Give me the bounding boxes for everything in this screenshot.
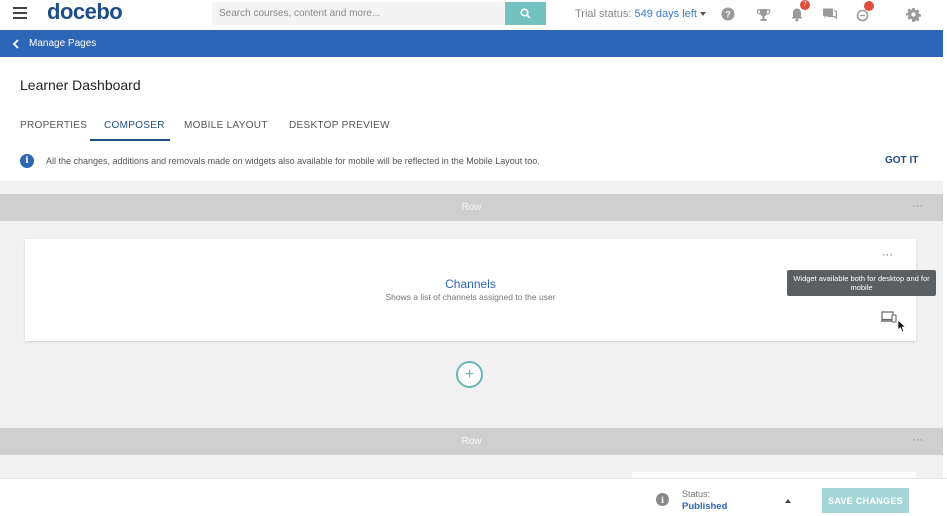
- widget-title: Channels: [445, 277, 496, 291]
- top-bar: docebo Trial status: 549 days left ? 7: [0, 0, 947, 30]
- trial-status-label: Trial status:: [575, 8, 632, 20]
- trial-days-left: 549 days left: [634, 8, 697, 20]
- search-input[interactable]: [212, 2, 505, 25]
- svg-text:?: ?: [725, 10, 731, 20]
- caret-up-icon[interactable]: [785, 499, 791, 503]
- got-it-button[interactable]: GOT IT: [885, 155, 918, 166]
- page-title: Learner Dashboard: [20, 77, 141, 93]
- row-more-options-icon[interactable]: ···: [912, 200, 923, 212]
- tab-composer[interactable]: COMPOSER: [104, 120, 165, 131]
- trial-status[interactable]: Trial status: 549 days left: [575, 8, 706, 20]
- info-icon[interactable]: i: [656, 493, 669, 506]
- help-icon[interactable]: ?: [719, 5, 737, 23]
- breadcrumb-bar: Manage Pages: [0, 30, 943, 57]
- gamification-icon[interactable]: [853, 1, 874, 23]
- chevron-left-icon[interactable]: [12, 39, 20, 49]
- hamburger-menu-icon[interactable]: [13, 7, 27, 19]
- row-label: Row: [461, 202, 482, 213]
- footer-bar: i Status: Published SAVE CHANGES: [0, 478, 947, 516]
- gamification-badge: [864, 1, 874, 11]
- bell-icon[interactable]: 7: [788, 0, 810, 23]
- chat-icon[interactable]: [820, 5, 838, 23]
- save-changes-button[interactable]: SAVE CHANGES: [822, 488, 909, 513]
- active-tab-indicator: [90, 139, 170, 141]
- row-header[interactable]: Row ···: [0, 428, 943, 455]
- search-button[interactable]: [505, 2, 546, 25]
- row-label: Row: [461, 436, 482, 447]
- status-value[interactable]: Published: [682, 501, 727, 512]
- mouse-cursor-icon: [897, 319, 906, 333]
- scrollbar-track[interactable]: [943, 30, 947, 478]
- tab-mobile-layout[interactable]: MOBILE LAYOUT: [184, 120, 268, 131]
- info-message: All the changes, additions and removals …: [46, 156, 540, 166]
- tab-desktop-preview[interactable]: DESKTOP PREVIEW: [289, 120, 390, 131]
- trophy-icon[interactable]: [754, 5, 772, 23]
- search-icon: [520, 8, 531, 19]
- page-header: Learner Dashboard PROPERTIES COMPOSER MO…: [0, 57, 943, 181]
- row-more-options-icon[interactable]: ···: [912, 434, 923, 446]
- status-label: Status:: [682, 489, 711, 499]
- widget-more-options-icon[interactable]: ···: [882, 249, 893, 261]
- row-header[interactable]: Row ···: [0, 194, 943, 221]
- widget-description: Shows a list of channels assigned to the…: [385, 292, 556, 302]
- add-widget-button[interactable]: +: [456, 361, 483, 388]
- docebo-logo[interactable]: docebo: [47, 0, 123, 25]
- gear-icon[interactable]: [904, 5, 922, 23]
- widget-card-channels[interactable]: ··· Channels Shows a list of channels as…: [25, 239, 916, 341]
- tab-properties[interactable]: PROPERTIES: [20, 120, 87, 131]
- back-link-manage-pages[interactable]: Manage Pages: [29, 38, 96, 49]
- info-icon: i: [20, 154, 34, 168]
- widget-availability-tooltip: Widget available both for desktop and fo…: [787, 270, 936, 296]
- desktop-mobile-icon[interactable]: [881, 311, 897, 323]
- caret-down-icon: [699, 12, 706, 17]
- notification-badge: 7: [800, 0, 810, 10]
